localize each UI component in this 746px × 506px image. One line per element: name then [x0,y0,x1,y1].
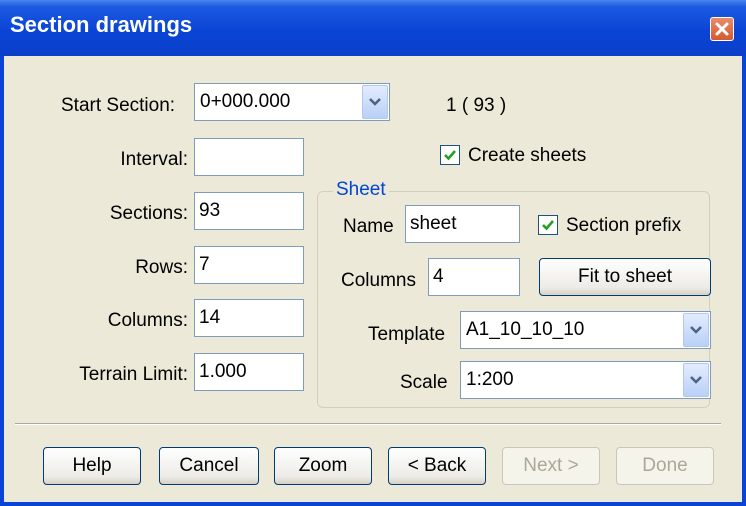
rows-label: Rows: [135,257,188,278]
close-icon [715,22,729,36]
terrain-limit-label: Terrain Limit: [79,364,188,385]
template-select[interactable]: A1_10_10_10 [460,311,711,349]
rows-input[interactable]: 7 [194,246,304,284]
columns-input[interactable]: 14 [194,299,304,337]
done-button[interactable]: Done [616,447,714,485]
create-sheets-checkbox[interactable] [440,145,460,165]
zoom-button[interactable]: Zoom [274,447,372,485]
start-section-value: 0+000.000 [200,91,291,112]
help-button[interactable]: Help [43,447,141,485]
sections-input[interactable]: 93 [194,192,304,230]
window-frame-right [742,56,746,506]
button-separator [15,423,721,425]
start-section-select[interactable]: 0+000.000 [194,83,390,121]
start-section-label: Start Section: [61,95,176,116]
columns-label: Columns: [107,310,188,331]
chevron-down-icon [369,98,381,106]
close-button[interactable] [710,17,734,41]
cancel-button[interactable]: Cancel [159,447,259,485]
chevron-down-icon [690,376,702,384]
template-value: A1_10_10_10 [466,319,585,340]
fit-to-sheet-button[interactable]: Fit to sheet [539,258,711,296]
window-frame-left [0,56,4,506]
title-bar: Section drawings [0,0,746,56]
terrain-limit-input[interactable]: 1.000 [194,353,304,391]
scale-label: Scale [400,372,448,393]
create-sheets-label: Create sheets [468,145,587,166]
sheet-columns-input[interactable]: 4 [428,258,520,296]
template-dropdown-button[interactable] [683,313,709,347]
next-button[interactable]: Next > [502,447,600,485]
scale-value: 1:200 [466,369,514,390]
window-title: Section drawings [10,12,193,37]
sections-label: Sections: [109,203,188,224]
interval-input[interactable] [194,138,304,176]
interval-label: Interval: [120,149,188,170]
sheet-columns-label: Columns [341,270,416,291]
template-label: Template [368,324,446,345]
back-button[interactable]: < Back [388,447,486,485]
scale-dropdown-button[interactable] [683,363,709,397]
window-frame-bottom [0,502,746,506]
checkmark-icon [444,150,456,161]
chevron-down-icon [690,326,702,334]
start-section-dropdown-button[interactable] [362,85,388,119]
section-prefix-label: Section prefix [566,215,682,236]
checkmark-icon [542,220,554,231]
sheet-name-input[interactable]: sheet [405,205,520,243]
sheet-name-label: Name [343,216,394,237]
sheet-group-title: Sheet [333,179,389,201]
section-prefix-checkbox[interactable] [538,215,558,235]
section-count-text: 1 ( 93 ) [446,95,507,116]
scale-select[interactable]: 1:200 [460,361,711,399]
